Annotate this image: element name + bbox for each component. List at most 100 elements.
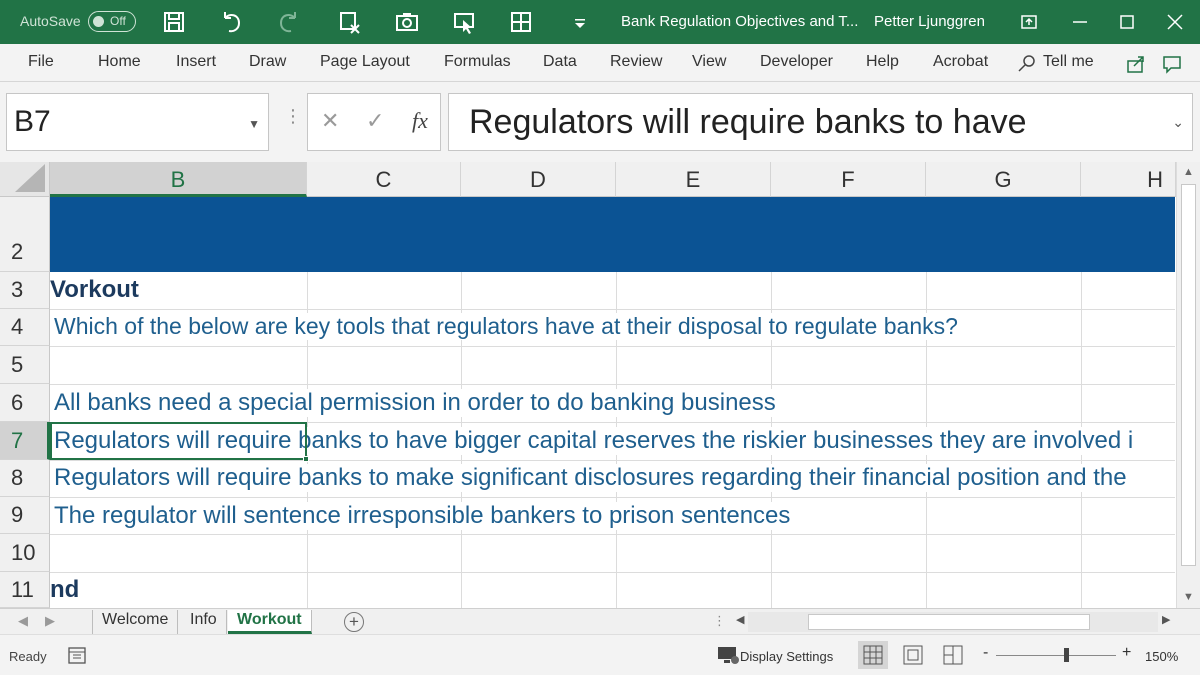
row-header-2[interactable]: 2 <box>0 197 50 272</box>
user-name[interactable]: Petter Ljunggren <box>874 13 985 30</box>
tab-help[interactable]: Help <box>866 53 899 71</box>
row-header-3[interactable]: 3 <box>0 272 50 309</box>
maximize-icon[interactable] <box>1113 8 1141 36</box>
worksheet-grid[interactable]: B C D E F G H 2 3 4 5 6 7 8 9 10 11 Vork… <box>0 162 1200 608</box>
toggle-knob <box>93 16 104 27</box>
scroll-down-icon[interactable]: ▼ <box>1183 591 1194 603</box>
scroll-right-icon[interactable]: ▶ <box>1162 613 1170 626</box>
page-macro-icon[interactable] <box>66 644 88 666</box>
tab-split-handle-icon[interactable]: ⋮ <box>713 613 726 629</box>
tab-page-layout[interactable]: Page Layout <box>320 53 410 71</box>
ribbon-tabs: File Home Insert Draw Page Layout Formul… <box>0 44 1200 82</box>
horizontal-scroll-track[interactable] <box>748 612 1158 632</box>
clear-format-icon[interactable] <box>335 8 363 36</box>
column-header-h[interactable]: H <box>1081 162 1176 197</box>
page-layout-view-icon <box>903 645 923 665</box>
sheet-tab-info[interactable]: Info <box>181 610 227 634</box>
tab-view[interactable]: View <box>692 53 726 71</box>
sheet-tab-welcome[interactable]: Welcome <box>92 610 179 634</box>
scroll-left-icon[interactable]: ◀ <box>736 613 744 626</box>
autosave-toggle[interactable]: Off <box>88 11 136 32</box>
camera-icon[interactable] <box>393 8 421 36</box>
add-sheet-icon[interactable]: + <box>344 612 364 632</box>
tell-me-search[interactable]: Tell me <box>1043 53 1094 71</box>
row-header-7[interactable]: 7 <box>0 422 50 460</box>
select-objects-icon[interactable] <box>450 8 478 36</box>
cell-b8[interactable]: Regulators will require banks to make si… <box>54 464 1174 492</box>
header-banner[interactable] <box>50 197 1175 272</box>
column-header-c[interactable]: C <box>307 162 461 197</box>
formula-input[interactable]: Regulators will require banks to have ⌄ <box>448 93 1193 151</box>
column-header-g[interactable]: G <box>926 162 1081 197</box>
cell-b11[interactable]: nd <box>50 576 84 604</box>
zoom-out-button[interactable]: - <box>983 644 988 662</box>
active-cell-selection[interactable] <box>50 422 309 462</box>
tab-insert[interactable]: Insert <box>176 53 216 71</box>
cancel-icon[interactable]: ✕ <box>321 108 339 134</box>
normal-view-button[interactable] <box>858 641 888 669</box>
ribbon-display-options-icon[interactable] <box>1015 8 1043 36</box>
sheet-tab-workout[interactable]: Workout <box>228 610 312 634</box>
horizontal-scrollbar[interactable]: ◀ ▶ <box>732 612 1176 632</box>
cell-b6[interactable]: All banks need a special permission in o… <box>54 389 780 417</box>
row-header-8[interactable]: 8 <box>0 460 50 497</box>
prev-sheet-icon[interactable]: ◀ <box>18 613 28 629</box>
column-header-e[interactable]: E <box>616 162 771 197</box>
row-header-10[interactable]: 10 <box>0 534 50 572</box>
column-header-d[interactable]: D <box>461 162 616 197</box>
name-box[interactable]: B7 ▼ <box>6 93 269 151</box>
row-header-9[interactable]: 9 <box>0 497 50 534</box>
column-header-f[interactable]: F <box>771 162 926 197</box>
cell-b3[interactable]: Vorkout <box>50 276 143 304</box>
expand-formula-bar-icon[interactable]: ⌄ <box>1172 114 1184 131</box>
borders-icon[interactable] <box>507 8 535 36</box>
fill-handle[interactable] <box>303 456 309 462</box>
tab-formulas[interactable]: Formulas <box>444 53 511 71</box>
page-layout-view-button[interactable] <box>898 641 928 669</box>
cell-b9[interactable]: The regulator will sentence irresponsibl… <box>54 502 795 530</box>
zoom-slider[interactable] <box>996 648 1116 662</box>
vertical-scrollbar[interactable]: ▲ ▼ <box>1176 162 1200 608</box>
zoom-slider-knob[interactable] <box>1064 648 1069 662</box>
row-header-5[interactable]: 5 <box>0 346 50 384</box>
undo-icon[interactable] <box>217 8 245 36</box>
page-break-view-button[interactable] <box>938 641 968 669</box>
row-header-4[interactable]: 4 <box>0 309 50 346</box>
tab-acrobat[interactable]: Acrobat <box>933 53 988 71</box>
tab-review[interactable]: Review <box>610 53 662 71</box>
row-header-11[interactable]: 11 <box>0 572 50 608</box>
close-icon[interactable] <box>1161 8 1189 36</box>
display-settings-button[interactable]: Display Settings <box>740 649 833 664</box>
name-box-dropdown-icon[interactable]: ▼ <box>248 117 260 131</box>
customize-quick-access-icon[interactable] <box>566 8 594 36</box>
insert-function-icon[interactable]: fx <box>412 108 428 134</box>
horizontal-scroll-thumb[interactable] <box>808 614 1090 630</box>
cell-b4[interactable]: Which of the below are key tools that re… <box>54 313 962 340</box>
zoom-in-button[interactable]: + <box>1122 644 1131 662</box>
status-ready: Ready <box>9 649 47 664</box>
next-sheet-icon[interactable]: ▶ <box>45 613 55 629</box>
tab-home[interactable]: Home <box>98 53 141 71</box>
display-settings-icon[interactable] <box>716 644 740 666</box>
page-break-view-icon <box>943 645 963 665</box>
share-icon[interactable] <box>1124 52 1148 76</box>
status-bar: Ready Display Settings - + 150% <box>0 634 1200 675</box>
scroll-up-icon[interactable]: ▲ <box>1183 166 1194 178</box>
minimize-icon[interactable] <box>1066 8 1094 36</box>
lightbulb-search-icon[interactable] <box>1015 52 1039 76</box>
formula-content: Regulators will require banks to have <box>469 103 1027 141</box>
row-header-6[interactable]: 6 <box>0 384 50 422</box>
zoom-level[interactable]: 150% <box>1145 649 1178 664</box>
enter-icon[interactable]: ✓ <box>366 108 384 134</box>
column-header-b[interactable]: B <box>50 162 307 197</box>
tab-draw[interactable]: Draw <box>249 53 286 71</box>
tab-file[interactable]: File <box>28 53 54 71</box>
tab-developer[interactable]: Developer <box>760 53 833 71</box>
select-all-button[interactable] <box>0 162 50 197</box>
tab-data[interactable]: Data <box>543 53 577 71</box>
comments-icon[interactable] <box>1160 52 1184 76</box>
redo-icon[interactable] <box>275 8 303 36</box>
resize-handle-icon[interactable]: ⋮ <box>284 106 302 127</box>
save-icon[interactable] <box>160 8 188 36</box>
vertical-scroll-thumb[interactable] <box>1181 184 1196 566</box>
